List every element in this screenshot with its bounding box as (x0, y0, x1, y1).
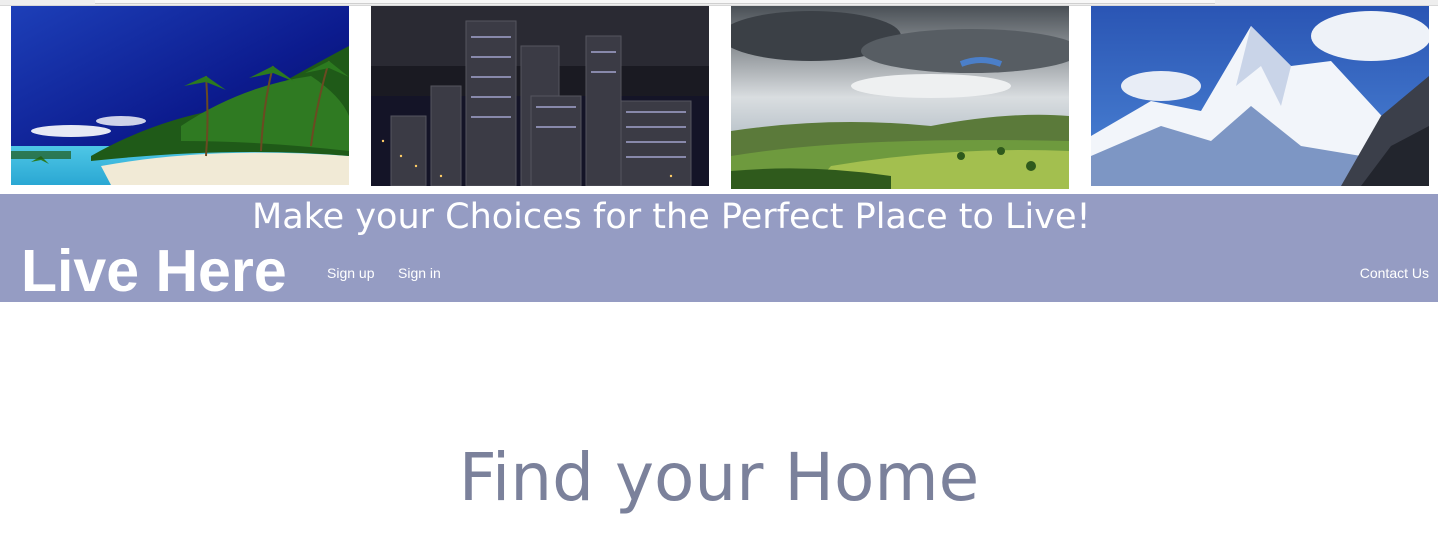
page-heading: Find your Home (458, 439, 980, 516)
contact-link[interactable]: Contact Us (1360, 264, 1429, 282)
beach-image (11, 6, 349, 185)
city-image (371, 6, 709, 186)
signin-link[interactable]: Sign in (398, 264, 441, 282)
valley-image (731, 6, 1069, 189)
tagline: Make your Choices for the Perfect Place … (252, 197, 1091, 237)
site-logo[interactable]: Live Here (21, 240, 287, 302)
mountain-image (1091, 6, 1429, 186)
signup-link[interactable]: Sign up (327, 264, 374, 282)
